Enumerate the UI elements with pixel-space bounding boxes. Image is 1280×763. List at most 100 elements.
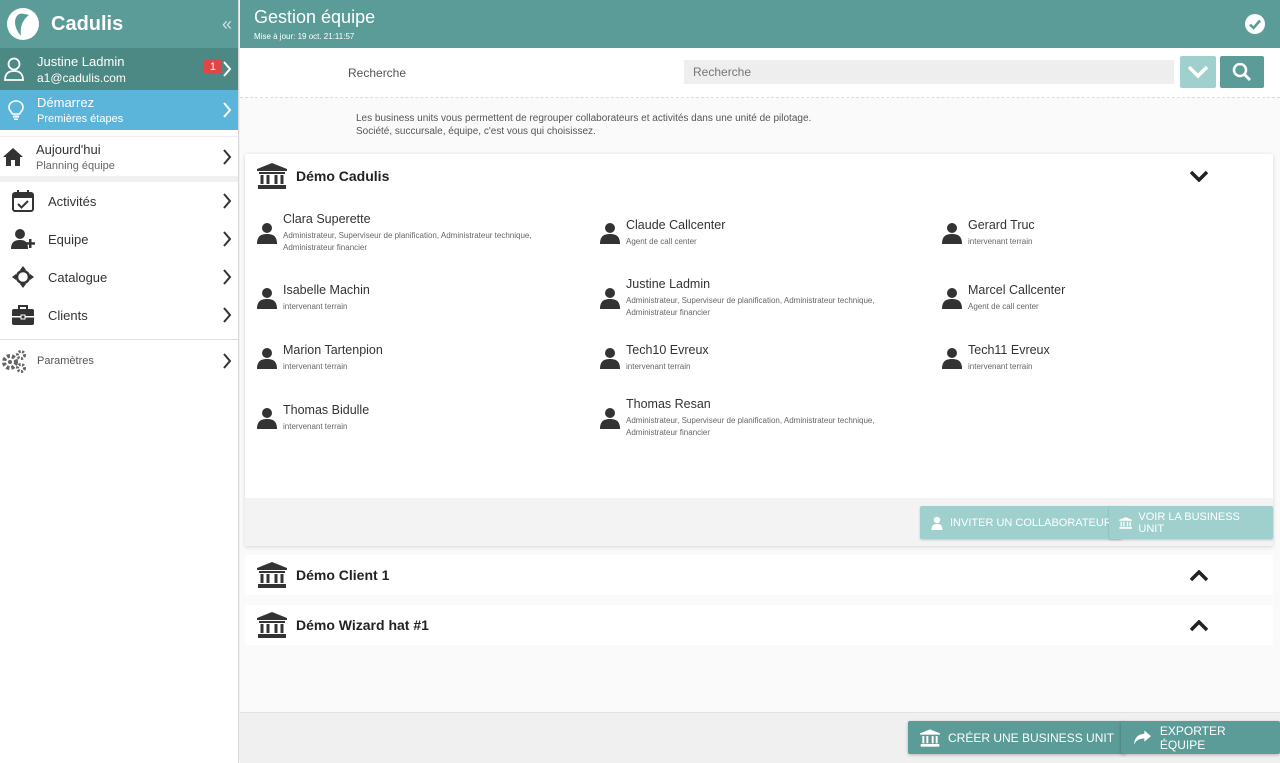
search-bar: Recherche	[240, 48, 1280, 98]
intro-line-1: Les business units vous permettent de re…	[356, 113, 812, 124]
sidebar-item-aujourdhui[interactable]: Aujourd'hui Planning équipe	[0, 136, 238, 182]
parametres-label: Paramètres	[37, 354, 94, 367]
business-unit-title: Démo Wizard hat #1	[296, 617, 429, 633]
member-role: intervenant terrain	[968, 362, 1033, 371]
user-email: a1@cadulis.com	[37, 70, 126, 85]
activites-label: Activités	[48, 193, 97, 209]
user-icon	[257, 408, 277, 429]
chevron-up-icon[interactable]	[1189, 620, 1209, 632]
demarrez-subtitle: Premières étapes	[37, 113, 124, 125]
member-role-line: Administrateur financier	[626, 428, 711, 437]
bank-icon	[1119, 516, 1133, 529]
chevron-right-icon	[223, 102, 232, 118]
chevron-right-icon	[223, 231, 232, 247]
member-role-line: Administrateur financier	[283, 243, 368, 252]
sidebar-item-catalogue[interactable]: Catalogue	[0, 258, 238, 296]
share-arrow-icon	[1133, 729, 1151, 745]
cadulis-logo-icon	[7, 8, 39, 40]
business-unit-row[interactable]: Démo Client 1	[245, 555, 1273, 595]
briefcase-icon	[12, 305, 34, 325]
user-icon	[600, 408, 620, 429]
chevron-down-icon[interactable]	[1189, 170, 1209, 182]
business-unit-title: Démo Client 1	[296, 567, 390, 583]
chevron-right-icon	[223, 269, 232, 285]
user-panel[interactable]: Justine Ladmin a1@cadulis.com 1	[0, 48, 238, 90]
view-business-unit-button[interactable]: VOIR LA BUSINESS UNIT	[1109, 506, 1273, 539]
export-team-button[interactable]: EXPORTER ÉQUIPE	[1121, 721, 1280, 754]
equipe-label: Equipe	[48, 231, 89, 247]
sidebar-item-equipe[interactable]: Equipe	[0, 220, 238, 258]
sidebar: Cadulis « Justine Ladmin a1@cadulis.com …	[0, 0, 239, 763]
member-role: Administrateur, Superviseur de planifica…	[626, 415, 926, 439]
demarrez-title: Démarrez	[37, 95, 95, 110]
member-role: intervenant terrain	[283, 422, 348, 431]
chevron-up-icon[interactable]	[1189, 570, 1209, 582]
bank-icon	[257, 562, 287, 588]
lightbulb-icon	[8, 100, 24, 120]
crosshair-icon	[12, 266, 34, 288]
member-name: Tech11 Evreux	[968, 343, 1050, 357]
member-role: Administrateur, Superviseur de planifica…	[283, 230, 583, 254]
business-unit-header[interactable]: Démo Cadulis	[257, 163, 389, 189]
bank-icon	[257, 163, 287, 189]
page-header: Gestion équipe Mise à jour: 19 oct. 21:1…	[240, 0, 1280, 48]
user-icon	[257, 288, 277, 309]
business-unit-actions: INVITER UN COLLABORATEUR VOIR LA BUSINES…	[245, 498, 1273, 546]
user-icon	[600, 348, 620, 369]
chevron-right-icon	[223, 352, 232, 369]
member-role: Agent de call center	[626, 237, 697, 246]
intro-line-2: Société, succursale, équipe, c'est vous …	[356, 126, 596, 137]
sidebar-item-activites[interactable]: Activités	[0, 182, 238, 220]
search-button[interactable]	[1220, 56, 1264, 88]
member-name: Gerard Truc	[968, 218, 1035, 232]
bank-icon	[257, 612, 287, 638]
member-name: Isabelle Machin	[283, 283, 370, 297]
member-role: intervenant terrain	[626, 362, 691, 371]
user-icon	[600, 288, 620, 309]
chevron-right-icon	[223, 193, 232, 209]
business-unit-row[interactable]: Démo Wizard hat #1	[245, 605, 1273, 645]
member-role: intervenant terrain	[968, 237, 1033, 246]
aujourdhui-subtitle: Planning équipe	[36, 159, 115, 172]
notification-badge: 1	[203, 60, 222, 74]
user-icon	[257, 223, 277, 244]
chevron-right-icon	[223, 61, 232, 77]
filter-dropdown-button[interactable]	[1180, 56, 1216, 88]
search-icon	[1232, 62, 1252, 82]
member-role: Agent de call center	[968, 302, 1039, 311]
member-name: Clara Superette	[283, 212, 371, 226]
brand-bar: Cadulis «	[0, 0, 238, 48]
create-business-unit-label: CRÉER UNE BUSINESS UNIT	[948, 730, 1115, 745]
member-role-line: Administrateur, Superviseur de planifica…	[626, 416, 875, 425]
user-name: Justine Ladmin	[37, 53, 125, 69]
search-input[interactable]	[684, 60, 1174, 84]
bottom-action-bar: CRÉER UNE BUSINESS UNIT EXPORTER ÉQUIPE	[240, 712, 1280, 763]
clients-label: Clients	[48, 307, 88, 323]
check-circle-icon[interactable]	[1244, 13, 1266, 35]
aujourdhui-title: Aujourd'hui	[36, 141, 101, 157]
user-icon	[942, 288, 962, 309]
sidebar-item-clients[interactable]: Clients	[0, 296, 238, 334]
bank-icon	[920, 728, 940, 747]
invite-collaborator-label: INVITER UN COLLABORATEUR	[950, 516, 1112, 529]
invite-collaborator-button[interactable]: INVITER UN COLLABORATEUR	[920, 506, 1122, 539]
user-icon	[931, 516, 943, 530]
sidebar-item-parametres[interactable]: Paramètres	[0, 339, 238, 381]
sidebar-item-demarrez[interactable]: Démarrez Premières étapes	[0, 90, 238, 130]
view-business-unit-label: VOIR LA BUSINESS UNIT	[1138, 510, 1240, 535]
member-name: Marion Tartenpion	[283, 343, 383, 357]
user-icon	[942, 348, 962, 369]
chevron-right-icon	[223, 148, 232, 165]
app: Cadulis « Justine Ladmin a1@cadulis.com …	[0, 0, 1280, 763]
business-unit-title: Démo Cadulis	[296, 168, 390, 184]
business-unit-card: Démo Cadulis Clara Superette Administrat…	[245, 154, 1273, 546]
search-label: Recherche	[348, 66, 407, 80]
create-business-unit-button[interactable]: CRÉER UNE BUSINESS UNIT	[908, 721, 1127, 754]
member-role-line: Administrateur financier	[626, 308, 711, 317]
member-name: Marcel Callcenter	[968, 283, 1066, 297]
gears-icon	[2, 349, 26, 373]
collapse-sidebar-icon[interactable]: «	[222, 14, 232, 35]
member-name: Thomas Bidulle	[283, 403, 370, 417]
member-name: Tech10 Evreux	[626, 343, 709, 357]
main-content: Gestion équipe Mise à jour: 19 oct. 21:1…	[240, 0, 1280, 763]
